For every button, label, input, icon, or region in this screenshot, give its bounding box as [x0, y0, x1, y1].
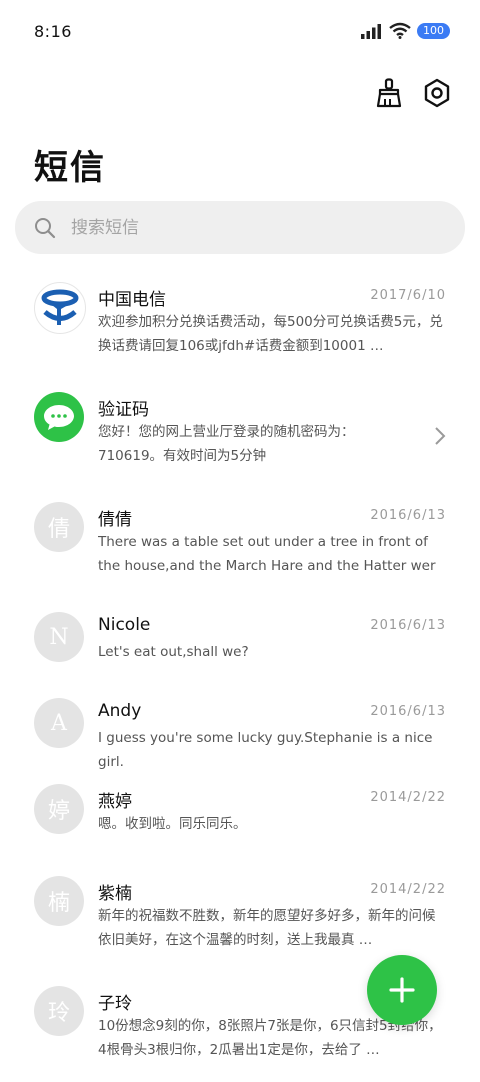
message-date: 2014/2/22 [370, 790, 446, 805]
conversation-item[interactable]: 婷 燕婷 2014/2/22 嗯。收到啦。同乐同乐。 [0, 770, 480, 862]
broom-icon [376, 78, 402, 108]
message-preview: 嗯。收到啦。同乐同乐。 [98, 816, 247, 832]
signal-icon [361, 23, 381, 39]
message-date: 2014/2/22 [370, 882, 446, 897]
battery-icon: 100 [417, 22, 450, 39]
conversation-item[interactable]: N Nicole 2016/6/13 Let's eat out,shall w… [0, 598, 480, 684]
avatar: N [34, 612, 84, 662]
avatar: 婷 [34, 784, 84, 834]
plus-icon [389, 977, 415, 1003]
status-time: 8:16 [34, 22, 72, 41]
status-icons: 100 [361, 22, 450, 39]
wifi-icon [389, 22, 411, 39]
contact-name: 验证码 [98, 400, 149, 420]
avatar: 玲 [34, 986, 84, 1036]
search-icon [35, 217, 56, 238]
chevron-right-icon[interactable] [434, 426, 446, 446]
settings-button[interactable] [422, 78, 452, 108]
top-actions [374, 78, 452, 108]
contact-name: 倩倩 [98, 510, 132, 530]
message-preview: Let's eat out,shall we? [98, 644, 249, 660]
status-bar: 8:16 100 [0, 0, 480, 66]
contact-name: Nicole [98, 615, 151, 635]
message-preview: 您好！您的网上营业厅登录的随机密码为：710619。有效时间为5分钟 [98, 424, 355, 464]
conversation-item[interactable]: 验证码 您好！您的网上营业厅登录的随机密码为：710619。有效时间为5分钟 [0, 378, 480, 488]
contact-name: Andy [98, 701, 142, 721]
message-preview: 新年的祝福数不胜数，新年的愿望好多好多，新年的问候依旧美好，在这个温馨的时刻，送… [98, 908, 436, 948]
message-date: 2017/6/10 [370, 288, 446, 303]
conversation-item[interactable]: 倩 倩倩 2016/6/13 There was a table set out… [0, 488, 480, 598]
page-title: 短信 [34, 148, 106, 188]
search-bar[interactable] [15, 201, 465, 254]
settings-icon [424, 78, 450, 108]
message-preview: I guess you're some lucky guy.Stephanie … [98, 730, 433, 770]
contact-name: 子玲 [98, 994, 132, 1014]
message-date: 2016/6/13 [370, 508, 446, 523]
avatar: A [34, 698, 84, 748]
contact-name: 燕婷 [98, 792, 132, 812]
message-date: 2016/6/13 [370, 704, 446, 719]
telecom-logo [34, 282, 86, 334]
message-date: 2016/6/13 [370, 618, 446, 633]
message-preview: There was a table set out under a tree i… [98, 534, 436, 574]
telecom-logo-icon [38, 286, 82, 330]
conversation-item[interactable]: 中国电信 2017/6/10 欢迎参加积分兑换话费活动，每500分可兑换话费5元… [0, 268, 480, 378]
conversation-item[interactable]: A Andy 2016/6/13 I guess you're some luc… [0, 684, 480, 770]
avatar: 倩 [34, 502, 84, 552]
message-preview: 欢迎参加积分兑换话费活动，每500分可兑换话费5元，兑换话费请回复106或jfd… [98, 314, 443, 354]
contact-name: 中国电信 [98, 290, 166, 310]
clean-button[interactable] [374, 78, 404, 108]
chat-bubble-icon [44, 405, 74, 430]
search-input[interactable] [69, 216, 413, 239]
chat-bubble-avatar [34, 392, 84, 442]
new-message-button[interactable] [367, 955, 437, 1025]
avatar: 楠 [34, 876, 84, 926]
contact-name: 紫楠 [98, 884, 132, 904]
